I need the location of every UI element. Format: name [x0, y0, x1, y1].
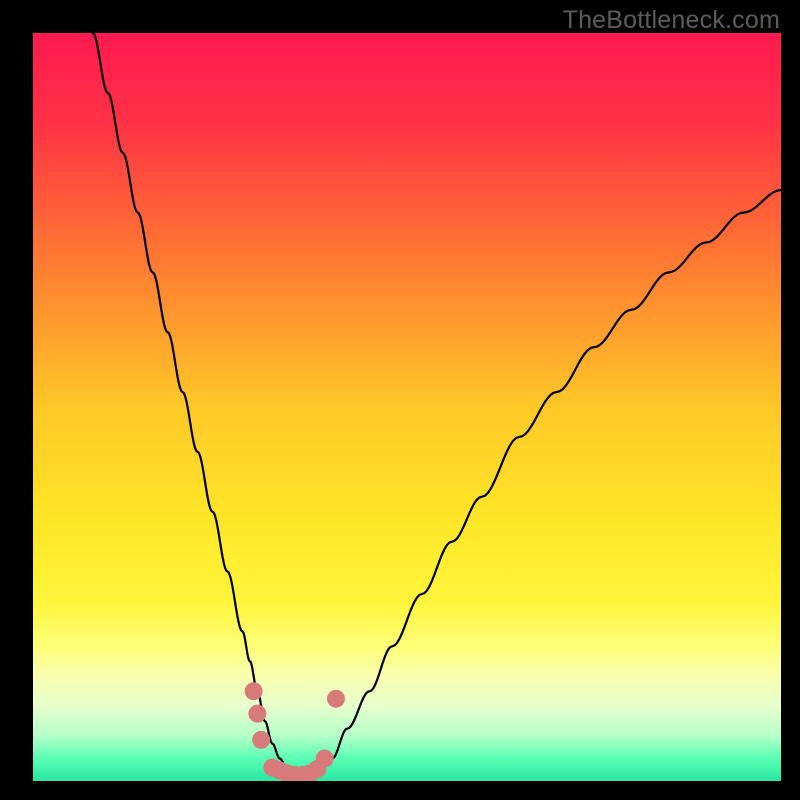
plot-area	[33, 33, 781, 781]
curve-marker	[327, 690, 345, 708]
chart-frame: TheBottleneck.com	[0, 0, 800, 800]
watermark-text: TheBottleneck.com	[563, 6, 780, 35]
curve-marker	[245, 682, 263, 700]
curve-marker	[252, 731, 270, 749]
curve-marker	[316, 750, 334, 768]
bottleneck-curve	[33, 33, 781, 781]
curve-marker	[248, 705, 266, 723]
